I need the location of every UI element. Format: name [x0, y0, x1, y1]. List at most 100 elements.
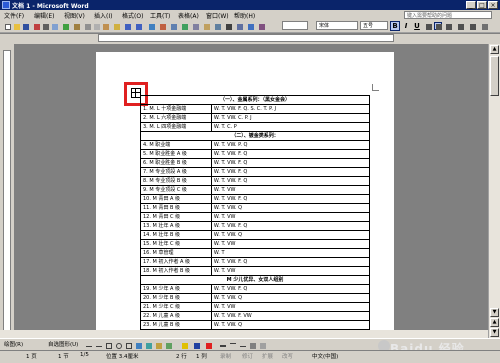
hyperlink-button[interactable]	[147, 22, 155, 30]
table-cell-dances[interactable]: W. T. VW	[210, 266, 371, 276]
menu-table[interactable]: 表格(A)	[178, 11, 199, 20]
columns-button[interactable]	[191, 22, 199, 30]
drawing-button[interactable]	[202, 22, 210, 30]
research-button[interactable]	[72, 22, 80, 30]
menu-insert[interactable]: 插入(I)	[94, 11, 112, 20]
print-button[interactable]	[41, 22, 49, 30]
table-section-header[interactable]: （一）、金属系列：（黑女金会）	[140, 95, 370, 105]
table-cell-category[interactable]: 13. M 壮年 A 级	[140, 221, 212, 231]
toolbar-options-button[interactable]	[480, 22, 488, 30]
diagram-button[interactable]	[144, 341, 152, 349]
show-hide-button[interactable]	[224, 22, 232, 30]
table-cell-category[interactable]: 9. M 专业顶段 C 级	[140, 185, 212, 195]
3d-button[interactable]	[258, 341, 266, 349]
textbox-tool-button[interactable]	[124, 341, 132, 349]
line-spacing-button[interactable]	[468, 22, 476, 30]
table-cell-dances[interactable]: W. T. VW. F. VW	[210, 311, 371, 321]
table-section-header[interactable]: （二）、镀金类系列：	[140, 131, 370, 141]
oval-tool-button[interactable]	[114, 341, 122, 349]
wordart-button[interactable]	[134, 341, 142, 349]
clipart-button[interactable]	[154, 341, 162, 349]
read-button[interactable]	[257, 22, 265, 30]
line-style-button[interactable]	[218, 341, 226, 349]
menu-help[interactable]: 帮助(H)	[234, 11, 255, 20]
format-painter-button[interactable]	[112, 22, 120, 30]
picture-button[interactable]	[164, 341, 172, 349]
table-cell-category[interactable]: 15. M 壮年 C 级	[140, 239, 212, 249]
table-cell-dances[interactable]: W. T. VW. F. Q	[210, 284, 371, 294]
draw-menu-button[interactable]: 绘图(R)	[4, 340, 23, 348]
menu-tools[interactable]: 工具(T)	[150, 11, 170, 20]
maximize-button[interactable]: □	[477, 1, 487, 9]
table-cell-category[interactable]: 17. M 初入作者 A 级	[140, 257, 212, 267]
shadow-button[interactable]	[248, 341, 256, 349]
align-center-button[interactable]	[444, 22, 452, 30]
status-track[interactable]: 修订	[242, 352, 253, 360]
minimize-button[interactable]: _	[466, 1, 476, 9]
rectangle-tool-button[interactable]	[104, 341, 112, 349]
scroll-up-arrow[interactable]: ▲	[490, 45, 499, 54]
align-left-button[interactable]	[424, 22, 432, 30]
menu-window[interactable]: 窗口(W)	[206, 11, 229, 20]
arrow-tool-button[interactable]	[94, 341, 102, 349]
table-cell-category[interactable]: 8. M 专业顶段 B 级	[140, 176, 212, 186]
table-cell-dances[interactable]: W. T. VW	[210, 239, 371, 249]
table-cell-category[interactable]: 7. M 专业顶段 A 级	[140, 167, 212, 177]
next-page-button[interactable]: ▼	[490, 328, 499, 337]
justify-button[interactable]	[434, 22, 442, 30]
table-cell-dances[interactable]: W. T. VW. P. Q	[210, 140, 371, 150]
paste-button[interactable]	[101, 22, 109, 30]
status-record[interactable]: 录制	[220, 352, 231, 360]
menu-file[interactable]: 文件(F)	[4, 11, 24, 20]
horizontal-ruler[interactable]	[98, 34, 394, 42]
menu-edit[interactable]: 编辑(E)	[34, 11, 54, 20]
new-button[interactable]	[3, 22, 11, 30]
table-cell-category[interactable]: 23. M 儿童 B 级	[140, 320, 212, 330]
table-cell-dances[interactable]: W. T. VW. Q	[210, 230, 371, 240]
table-cell-dances[interactable]: W. T. VW. F. Q	[210, 194, 371, 204]
table-cell-category[interactable]: 18. M 初入作者 B 级	[140, 266, 212, 276]
underline-button[interactable]: U	[412, 21, 422, 31]
menu-format[interactable]: 格式(O)	[122, 11, 143, 20]
table-cell-category[interactable]: 22. M 儿童 A 级	[140, 311, 212, 321]
status-extend[interactable]: 扩展	[262, 352, 273, 360]
menu-view[interactable]: 视图(V)	[64, 11, 85, 20]
table-section-header[interactable]: M 少儿优异、女双人组别	[140, 275, 370, 285]
table-cell-category[interactable]: 3. M. L 四项金融端	[140, 122, 212, 132]
arrow-style-button[interactable]	[238, 341, 246, 349]
table-cell-dances[interactable]: W. T. VW	[210, 212, 371, 222]
table-cell-category[interactable]: 21. M 少年 C 级	[140, 302, 212, 312]
document-table[interactable]: （一）、金属系列：（黑女金会） 1. M. L 十项金融端 W. T. VW. F.…	[140, 95, 371, 348]
print-preview-button[interactable]	[50, 22, 58, 30]
table-cell-category[interactable]: 20. M 少年 B 级	[140, 293, 212, 303]
save-button[interactable]	[21, 22, 29, 30]
tables-borders-button[interactable]	[158, 22, 166, 30]
table-cell-dances[interactable]: W. T. VW	[210, 185, 371, 195]
insert-excel-button[interactable]	[180, 22, 188, 30]
help-question-box[interactable]: 键入需要帮助的问题	[404, 11, 492, 19]
insert-table-button[interactable]	[169, 22, 177, 30]
open-button[interactable]	[12, 22, 20, 30]
bold-button[interactable]: B	[390, 21, 400, 31]
autoshapes-button[interactable]: 自选图形(U)	[48, 340, 78, 348]
table-cell-category[interactable]: 16. M 草管理	[140, 248, 212, 258]
spelling-button[interactable]	[61, 22, 69, 30]
vertical-scrollbar[interactable]: ▲ ▼ ▲ ▼	[488, 44, 500, 340]
line-tool-button[interactable]	[84, 341, 92, 349]
dash-style-button[interactable]	[228, 341, 236, 349]
table-cell-dances[interactable]: W. T. VW. F. Q	[210, 257, 371, 267]
undo-button[interactable]	[123, 22, 131, 30]
line-color-button[interactable]	[192, 341, 200, 349]
table-cell-category[interactable]: 1. M. L 十项金融端	[140, 104, 212, 114]
permission-button[interactable]	[32, 22, 40, 30]
zoom-button[interactable]	[235, 22, 243, 30]
table-cell-dances[interactable]: W. T. VW. Q	[210, 203, 371, 213]
table-cell-dances[interactable]: W. T. VW. F. Q. S. C. T. P. J	[210, 104, 371, 114]
table-cell-dances[interactable]: W. T. VW. Q	[210, 293, 371, 303]
table-cell-dances[interactable]: W. T. VW. F. Q	[210, 176, 371, 186]
table-cell-category[interactable]: 2. M. L 六项金融端	[140, 113, 212, 123]
help-button[interactable]	[246, 22, 254, 30]
table-cell-dances[interactable]: W. T. C. P	[210, 122, 371, 132]
table-cell-dances[interactable]: W. T. VW. Q	[210, 320, 371, 330]
horizontal-scrollbar[interactable]	[0, 330, 488, 338]
